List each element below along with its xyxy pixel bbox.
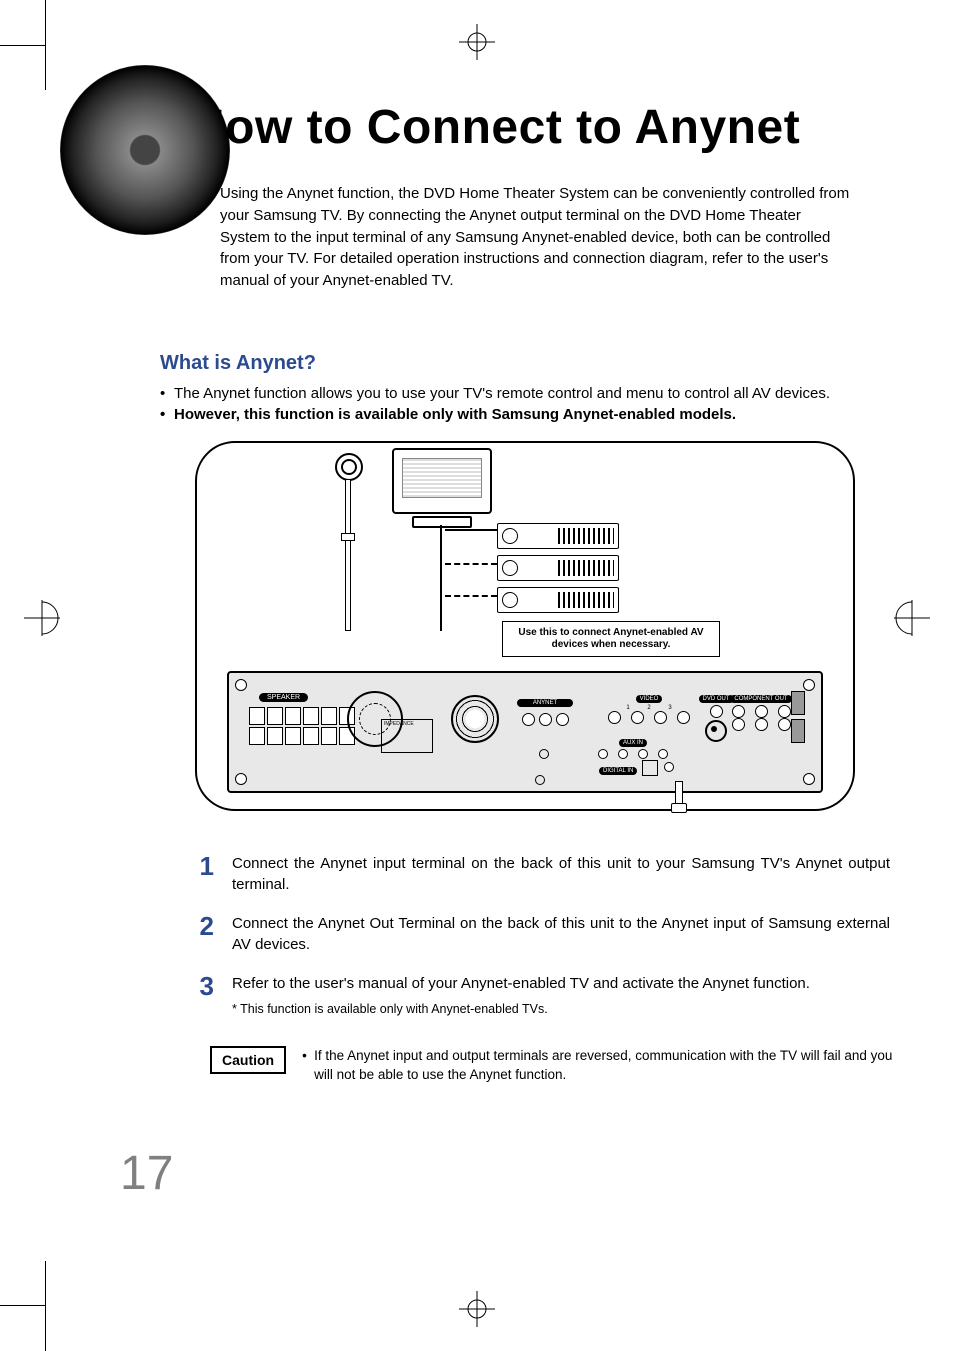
crop-mark xyxy=(45,1261,46,1351)
screw-icon xyxy=(539,749,549,759)
optical-port-icon xyxy=(642,760,658,776)
vent-grille-icon xyxy=(451,695,499,743)
screw-icon xyxy=(803,773,815,785)
antenna-terminal-group xyxy=(791,691,809,747)
screw-icon xyxy=(235,679,247,691)
antenna-icon xyxy=(327,453,367,623)
screw-icon xyxy=(235,773,247,785)
anynet-label: ANYNET xyxy=(517,699,573,707)
av-device-icon xyxy=(497,555,619,581)
registration-mark-icon xyxy=(459,24,495,60)
fm-terminal xyxy=(791,719,805,743)
cable-dashed-line xyxy=(445,563,497,565)
step-number: 1 xyxy=(190,853,214,879)
bullet-item-strong: However, this function is available only… xyxy=(160,406,890,423)
aux-in-terminal-group: AUX IN xyxy=(587,731,679,759)
cable-line xyxy=(440,525,442,631)
cable-dashed-line xyxy=(445,595,497,597)
step-number: 3 xyxy=(190,973,214,999)
what-is-anynet-section: What is Anynet? The Anynet function allo… xyxy=(160,352,890,1085)
page-title: How to Connect to Anynet xyxy=(190,100,890,155)
amplifier-rear-panel: SPEAKER IMPEDANCE ANYNET V xyxy=(227,671,823,793)
crop-mark xyxy=(0,1305,45,1306)
caution-block: Caution If the Anynet input and output t… xyxy=(210,1046,910,1085)
screw-icon xyxy=(535,775,545,785)
tv-icon xyxy=(392,448,492,528)
step-text: Connect the Anynet Out Terminal on the b… xyxy=(232,913,890,955)
bullet-item: The Anynet function allows you to use yo… xyxy=(160,385,890,402)
speaker-label: SPEAKER xyxy=(259,693,308,702)
steps-list: 1 Connect the Anynet input terminal on t… xyxy=(190,853,890,1016)
am-terminal xyxy=(791,691,805,715)
caution-text: If the Anynet input and output terminals… xyxy=(302,1046,910,1085)
cable-plug-icon xyxy=(671,803,687,813)
footnote-prefix: * xyxy=(232,1002,237,1016)
fan-icon xyxy=(347,691,403,747)
footnote-text: This function is available only with Any… xyxy=(240,1002,548,1016)
manual-page: How to Connect to Anynet Using the Anyne… xyxy=(0,0,954,1351)
step-item: 3 Refer to the user's manual of your Any… xyxy=(190,973,890,1016)
step-footnote: * This function is available only with A… xyxy=(232,1002,810,1016)
section-bullets: The Anynet function allows you to use yo… xyxy=(160,385,890,423)
intro-paragraph: Using the Anynet function, the DVD Home … xyxy=(220,183,850,292)
crop-mark xyxy=(0,45,45,46)
aux-label: AUX IN xyxy=(619,739,647,747)
step-item: 1 Connect the Anynet input terminal on t… xyxy=(190,853,890,895)
step-number: 2 xyxy=(190,913,214,939)
component-label: COMPONENT OUT xyxy=(730,695,791,703)
registration-mark-icon xyxy=(24,600,60,636)
caution-badge: Caution xyxy=(210,1046,286,1074)
registration-mark-icon xyxy=(459,1291,495,1327)
av-device-icon xyxy=(497,523,619,549)
step-text: Connect the Anynet input terminal on the… xyxy=(232,853,890,895)
anynet-terminal-group: ANYNET xyxy=(517,711,573,741)
crop-mark xyxy=(45,0,46,90)
video-label: VIDEO xyxy=(636,695,663,703)
step-text: Refer to the user's manual of your Anyne… xyxy=(232,973,810,994)
digital-in-terminal-group: DIGITAL IN xyxy=(599,759,695,777)
digital-in-label: DIGITAL IN xyxy=(599,767,637,775)
speaker-graphic-icon xyxy=(60,65,230,235)
step-item: 2 Connect the Anynet Out Terminal on the… xyxy=(190,913,890,955)
connection-diagram: Use this to connect Anynet-enabled AV de… xyxy=(195,441,855,811)
content-area: How to Connect to Anynet Using the Anyne… xyxy=(130,100,890,1085)
cable-line xyxy=(445,529,497,531)
diagram-tip-callout: Use this to connect Anynet-enabled AV de… xyxy=(502,621,720,657)
av-device-icon xyxy=(497,587,619,613)
section-heading: What is Anynet? xyxy=(160,352,890,375)
registration-mark-icon xyxy=(894,600,930,636)
page-number: 17 xyxy=(120,1146,173,1201)
